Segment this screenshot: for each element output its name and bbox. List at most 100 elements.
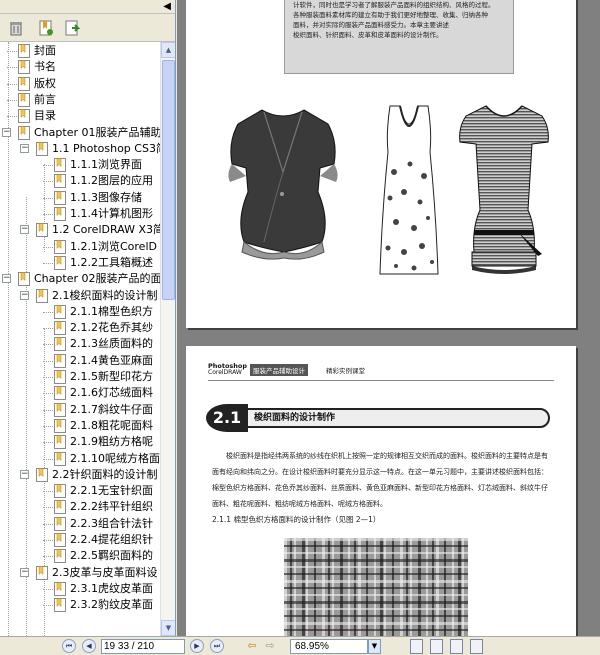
striped-dress-illustration	[459, 105, 549, 274]
collapse-panel-icon[interactable]: ◀	[163, 0, 171, 14]
bookmark-item[interactable]: − 2.3皮革与皮革面料设	[0, 564, 160, 582]
bookmark-scrollbar[interactable]: ▲ ▼	[160, 42, 175, 636]
go-forward-icon[interactable]: ⇨	[262, 639, 278, 654]
tree-connector	[43, 377, 53, 378]
bookmark-item[interactable]: 2.1.5新型印花方	[0, 368, 160, 386]
bookmark-icon	[54, 337, 66, 352]
tree-connector	[43, 262, 53, 264]
bookmark-item[interactable]: 2.1.6灯芯绒面料	[0, 384, 160, 402]
trash-icon[interactable]	[8, 20, 24, 36]
next-page-icon[interactable]: ▶	[190, 639, 204, 653]
scroll-thumb[interactable]	[162, 60, 175, 300]
bookmark-item[interactable]: 书名	[0, 58, 160, 76]
collapse-toggle-icon[interactable]: −	[20, 225, 29, 235]
bookmark-item[interactable]: 1.1.3图像存储	[0, 189, 160, 207]
bookmark-item[interactable]: 2.2.3组合针法针	[0, 515, 160, 533]
new-bookmark-icon[interactable]	[38, 20, 54, 36]
continuous-facing-layout-icon[interactable]	[470, 639, 483, 654]
bookmark-item[interactable]: 2.1.3丝质面料的	[0, 335, 160, 353]
bookmark-item[interactable]: 2.1.8粗花呢面料	[0, 417, 160, 435]
header-rule	[208, 380, 554, 381]
scroll-up-button[interactable]: ▲	[161, 42, 175, 58]
bookmark-label: 2.3.2豹纹皮革面	[70, 598, 153, 612]
zoom-field[interactable]: 68.95%	[290, 639, 368, 654]
collapse-toggle-icon[interactable]: −	[20, 290, 29, 300]
bookmark-label: 2.1.1棉型色织方	[70, 304, 153, 318]
bookmark-item[interactable]: 2.1.9粗纺方格呢	[0, 433, 160, 451]
previous-page-icon[interactable]: ◀	[82, 639, 96, 653]
bookmark-label: 2.1梭织面料的设计制	[52, 288, 158, 302]
bookmark-label: 2.1.10呢绒方格面	[70, 451, 160, 465]
bookmark-label: 2.1.6灯芯绒面料	[70, 386, 153, 400]
first-page-icon[interactable]: ⏮	[62, 639, 76, 653]
tree-connector	[43, 165, 53, 167]
bookmark-icon	[54, 158, 66, 173]
collapse-toggle-icon[interactable]: −	[20, 567, 29, 577]
bookmark-item[interactable]: − Chapter 02服装产品的面	[0, 270, 160, 288]
bookmark-item[interactable]: 前言	[0, 91, 160, 109]
bookmark-label: 1.2.1浏览CorelD	[70, 239, 157, 253]
document-view[interactable]: 计软件，同时也是学习者了解服装产品面料的组织结构、风格的过程。 各种服装面料素材…	[177, 0, 600, 636]
bookmark-item[interactable]: 2.2.4提花组织针	[0, 531, 160, 549]
collapse-toggle-icon[interactable]: −	[20, 143, 29, 153]
tree-connector	[43, 181, 53, 183]
bookmark-item[interactable]: 2.1.2花色乔其纱	[0, 319, 160, 337]
tree-connector	[43, 344, 53, 346]
bookmark-item[interactable]: 2.2.1无宝针织面	[0, 482, 160, 500]
tree-connector	[43, 360, 53, 362]
bookmark-item[interactable]: 2.2.2纬平针组织	[0, 498, 160, 516]
bookmark-label: 2.1.9粗纺方格呢	[70, 435, 153, 449]
page-number-field[interactable]: 19 33 / 210	[101, 639, 185, 654]
bookmark-icon	[54, 451, 66, 466]
plaid-weft-stripe	[284, 608, 468, 610]
bookmark-item[interactable]: 目录	[0, 107, 160, 125]
bookmark-icon	[54, 353, 66, 368]
bookmark-item[interactable]: 1.1.1浏览界面	[0, 156, 160, 174]
collapse-toggle-icon[interactable]: −	[2, 274, 11, 284]
bookmark-icon	[54, 255, 66, 270]
bookmark-item[interactable]: 1.1.2图层的应用	[0, 172, 160, 190]
bookmark-item[interactable]: − 2.2针织面料的设计制	[0, 466, 160, 484]
bookmark-item[interactable]: 封面	[0, 42, 160, 60]
tree-connector	[7, 51, 17, 52]
bookmark-item[interactable]: 1.1.4计算机图形	[0, 205, 160, 223]
bookmark-item[interactable]: − Chapter 01服装产品辅助	[0, 124, 160, 142]
bookmark-item[interactable]: 2.3.2豹纹皮革面	[0, 596, 160, 614]
tree-connector	[43, 507, 53, 509]
bookmark-item[interactable]: 2.1.4黄色亚麻面	[0, 352, 160, 370]
bookmark-icon	[18, 92, 30, 107]
bookmark-item[interactable]: 2.1.10呢绒方格面	[0, 450, 160, 468]
tree-connector	[43, 442, 53, 444]
bookmark-item[interactable]: 2.1.7斜纹牛仔面	[0, 401, 160, 419]
go-back-icon[interactable]: ⇦	[244, 639, 260, 654]
plaid-weft-stripe	[284, 587, 468, 589]
bookmark-item[interactable]: − 1.1 Photoshop CS3简	[0, 140, 160, 158]
bookmark-icon	[54, 402, 66, 417]
plaid-weft-stripe	[284, 615, 468, 617]
bookmark-icon	[36, 565, 48, 580]
bookmark-item[interactable]: − 2.1梭织面料的设计制	[0, 287, 160, 305]
last-page-icon[interactable]: ⏭	[210, 639, 224, 653]
bookmark-item[interactable]: 版权	[0, 75, 160, 93]
bookmark-item[interactable]: − 1.2 CorelDRAW X3简	[0, 221, 160, 239]
collapse-toggle-icon[interactable]: −	[2, 127, 11, 137]
zoom-dropdown-icon[interactable]: ▼	[368, 639, 381, 654]
facing-layout-icon[interactable]	[450, 639, 463, 654]
bookmark-item[interactable]: 2.3.1虎纹皮革面	[0, 580, 160, 598]
bookmark-item[interactable]: 1.2.1浏览CorelD	[0, 238, 160, 256]
single-page-layout-icon[interactable]	[410, 639, 423, 654]
collapse-toggle-icon[interactable]: −	[20, 469, 29, 479]
scroll-down-button[interactable]: ▼	[161, 620, 175, 636]
tree-connector	[43, 556, 53, 558]
bookmark-item[interactable]: 2.1.1棉型色织方	[0, 303, 160, 321]
bookmark-label: 目录	[34, 109, 56, 123]
properties-icon[interactable]	[64, 20, 80, 36]
section-title: 梭织面料的设计制作	[254, 413, 336, 423]
plaid-weft-stripe	[284, 559, 468, 562]
bookmark-item[interactable]: 2.2.5羁织面料的	[0, 547, 160, 565]
bookmark-label: 2.3.1虎纹皮革面	[70, 581, 153, 595]
continuous-layout-icon[interactable]	[430, 639, 443, 654]
bookmark-label: 版权	[34, 76, 56, 90]
bookmark-item[interactable]: 1.2.2工具箱概述	[0, 254, 160, 272]
status-bar: ⏮ ◀ 19 33 / 210 ▶ ⏭ ⇦ ⇨ 68.95% ▼	[0, 636, 600, 655]
